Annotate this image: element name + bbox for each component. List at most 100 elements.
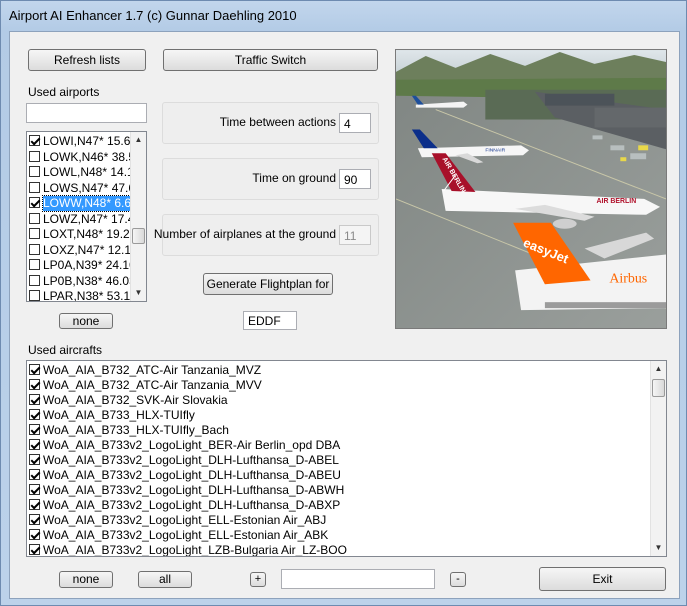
list-item-label: LOWK,N46* 38.5 (43, 149, 136, 164)
list-item-label: WoA_AIA_B733v2_LogoLight_LZB-Bulgaria Ai… (43, 543, 347, 557)
checkbox[interactable] (29, 228, 40, 239)
list-item[interactable]: LOWZ,N47* 17.4 (29, 212, 134, 227)
list-item-label: LP0A,N39* 24.10 (43, 258, 136, 272)
remove-button[interactable]: - (450, 572, 466, 587)
list-item-label: WoA_AIA_B732_SVK-Air Slovakia (43, 393, 228, 407)
list-item[interactable]: WoA_AIA_B733v2_LogoLight_DLH-Lufthansa_D… (29, 483, 344, 498)
time-between-label: Time between actions (219, 115, 336, 129)
scroll-thumb[interactable] (652, 379, 665, 397)
list-item[interactable]: LP0B,N38* 46.03 (29, 274, 136, 289)
checkbox[interactable] (29, 394, 40, 405)
finnair-livery: FINNAIR (485, 147, 505, 153)
time-between-input[interactable]: 4 (339, 113, 371, 133)
add-button[interactable]: + (250, 572, 266, 587)
airbus-fuselage-text: Airbus (609, 271, 647, 286)
checkbox[interactable] (29, 364, 40, 375)
list-item-label: LOWW,N48* 6.67 (42, 195, 139, 212)
refresh-lists-button[interactable]: Refresh lists (28, 49, 146, 71)
scroll-up-icon[interactable]: ▲ (131, 132, 146, 148)
list-item[interactable]: WoA_AIA_B733v2_LogoLight_BER-Air Berlin_… (29, 438, 340, 453)
checkbox[interactable] (29, 150, 40, 162)
list-item-label: WoA_AIA_B733v2_LogoLight_DLH-Lufthansa_D… (43, 453, 339, 467)
list-item-label: WoA_AIA_B733v2_LogoLight_ELL-Estonian Ai… (43, 513, 327, 527)
checkbox[interactable] (29, 181, 40, 193)
list-item[interactable]: WoA_AIA_B733v2_LogoLight_DLH-Lufthansa_D… (29, 453, 339, 468)
checkbox[interactable] (29, 439, 40, 450)
checkbox[interactable] (29, 166, 40, 177)
num-airplanes-label: Number of airplanes at the ground (153, 227, 336, 241)
list-item[interactable]: LOXZ,N47* 12.11 (29, 243, 137, 258)
list-item[interactable]: LP0A,N39* 24.10 (29, 258, 136, 273)
checkbox[interactable] (29, 274, 40, 286)
time-ground-input[interactable]: 90 (339, 169, 371, 189)
title-bar[interactable]: Airport AI Enhancer 1.7 (c) Gunnar Daehl… (1, 1, 686, 31)
list-item[interactable]: WoA_AIA_B733v2_LogoLight_ELL-Estonian Ai… (29, 528, 328, 543)
checkbox[interactable] (29, 469, 40, 480)
list-item-label: WoA_AIA_B732_ATC-Air Tanzania_MVZ (43, 363, 262, 377)
checkbox[interactable] (29, 514, 40, 525)
aircrafts-scrollbar[interactable]: ▲ ▼ (650, 361, 666, 556)
scroll-down-icon[interactable]: ▼ (131, 285, 146, 301)
checkbox[interactable] (29, 424, 40, 435)
list-item-label: LOWI,N47* 15.61 (43, 134, 138, 148)
list-item[interactable]: LOWI,N47* 15.61 (29, 134, 137, 149)
list-item-label: LOXT,N48* 19.26 (43, 227, 137, 241)
list-item-label: LOWL,N48* 14.1 (43, 165, 134, 179)
checkbox[interactable] (29, 243, 40, 255)
list-item[interactable]: LOWK,N46* 38.5 (29, 150, 135, 165)
list-item-label: WoA_AIA_B733v2_LogoLight_BER-Air Berlin_… (43, 438, 341, 452)
list-item[interactable]: WoA_AIA_B732_ATC-Air Tanzania_MVV (29, 378, 262, 393)
scroll-down-icon[interactable]: ▼ (651, 540, 666, 556)
traffic-switch-button[interactable]: Traffic Switch (163, 49, 378, 71)
aircrafts-list[interactable]: WoA_AIA_B732_ATC-Air Tanzania_MVZ WoA_AIA… (26, 360, 667, 557)
airports-list[interactable]: LOWI,N47* 15.61 LOWK,N46* 38.5 LOWL,N48* 1… (26, 131, 147, 302)
generate-flightplan-button[interactable]: Generate Flightplan for (203, 273, 333, 295)
checkbox[interactable] (29, 290, 40, 301)
checkbox[interactable] (29, 212, 40, 224)
exit-button[interactable]: Exit (539, 567, 666, 591)
checkbox[interactable] (29, 259, 40, 270)
checkbox[interactable] (29, 135, 40, 146)
list-item-label: WoA_AIA_B733v2_LogoLight_DLH-Lufthansa_D… (43, 468, 341, 482)
aircrafts-all-button[interactable]: all (138, 571, 192, 588)
flightplan-icao-input[interactable]: EDDF (243, 311, 297, 330)
checkbox[interactable] (29, 197, 40, 208)
num-airplanes-input: 11 (339, 225, 371, 245)
list-item[interactable]: WoA_AIA_B733v2_LogoLight_DLH-Lufthansa_D… (29, 468, 341, 483)
list-item[interactable]: LOWL,N48* 14.1 (29, 165, 134, 180)
list-item[interactable]: WoA_AIA_B733_HLX-TUIfly_Bach (29, 423, 229, 438)
list-item[interactable]: WoA_AIA_B733_HLX-TUIfly (29, 408, 195, 423)
checkbox[interactable] (29, 529, 40, 540)
aircraft-filter-input[interactable] (281, 569, 435, 589)
list-item-label: WoA_AIA_B733_HLX-TUIfly_Bach (43, 423, 229, 437)
time-between-group: Time between actions 4 (162, 102, 379, 144)
scroll-up-icon[interactable]: ▲ (651, 361, 666, 377)
list-item[interactable]: LOXT,N48* 19.26 (29, 227, 136, 242)
list-item-label: LOWS,N47* 47.6 (43, 180, 136, 195)
list-item[interactable]: WoA_AIA_B733v2_LogoLight_LZB-Bulgaria Ai… (29, 543, 347, 557)
list-item-label: LPAR,N38* 53.13 (43, 289, 137, 302)
checkbox[interactable] (29, 484, 40, 495)
airports-scrollbar[interactable]: ▲ ▼ (130, 132, 146, 301)
list-item[interactable]: WoA_AIA_B733v2_LogoLight_DLH-Lufthansa_D… (29, 498, 340, 513)
checkbox[interactable] (29, 379, 40, 390)
list-item[interactable]: WoA_AIA_B733v2_LogoLight_ELL-Estonian Ai… (29, 513, 326, 528)
list-item-label: WoA_AIA_B733v2_LogoLight_DLH-Lufthansa_D… (43, 498, 341, 512)
checkbox[interactable] (29, 499, 40, 510)
airports-none-button[interactable]: none (59, 313, 113, 329)
used-airports-label: Used airports (28, 85, 100, 99)
checkbox[interactable] (29, 454, 40, 465)
list-item[interactable]: LOWW,N48* 6.67 (29, 195, 139, 212)
client-area: Refresh lists Traffic Switch Used airpor… (9, 31, 680, 599)
list-item[interactable]: LOWS,N47* 47.6 (29, 181, 135, 196)
checkbox[interactable] (29, 544, 40, 555)
scroll-thumb[interactable] (132, 228, 145, 244)
list-item[interactable]: WoA_AIA_B732_ATC-Air Tanzania_MVZ (29, 363, 261, 378)
num-airplanes-group: Number of airplanes at the ground 11 (154, 214, 379, 256)
list-item[interactable]: LPAR,N38* 53.13 (29, 289, 137, 302)
aircrafts-none-button[interactable]: none (59, 571, 113, 588)
list-item[interactable]: WoA_AIA_B732_SVK-Air Slovakia (29, 393, 228, 408)
list-item-label: WoA_AIA_B733v2_LogoLight_DLH-Lufthansa_D… (43, 483, 345, 497)
airport-filter-input[interactable] (26, 103, 147, 123)
checkbox[interactable] (29, 409, 40, 420)
